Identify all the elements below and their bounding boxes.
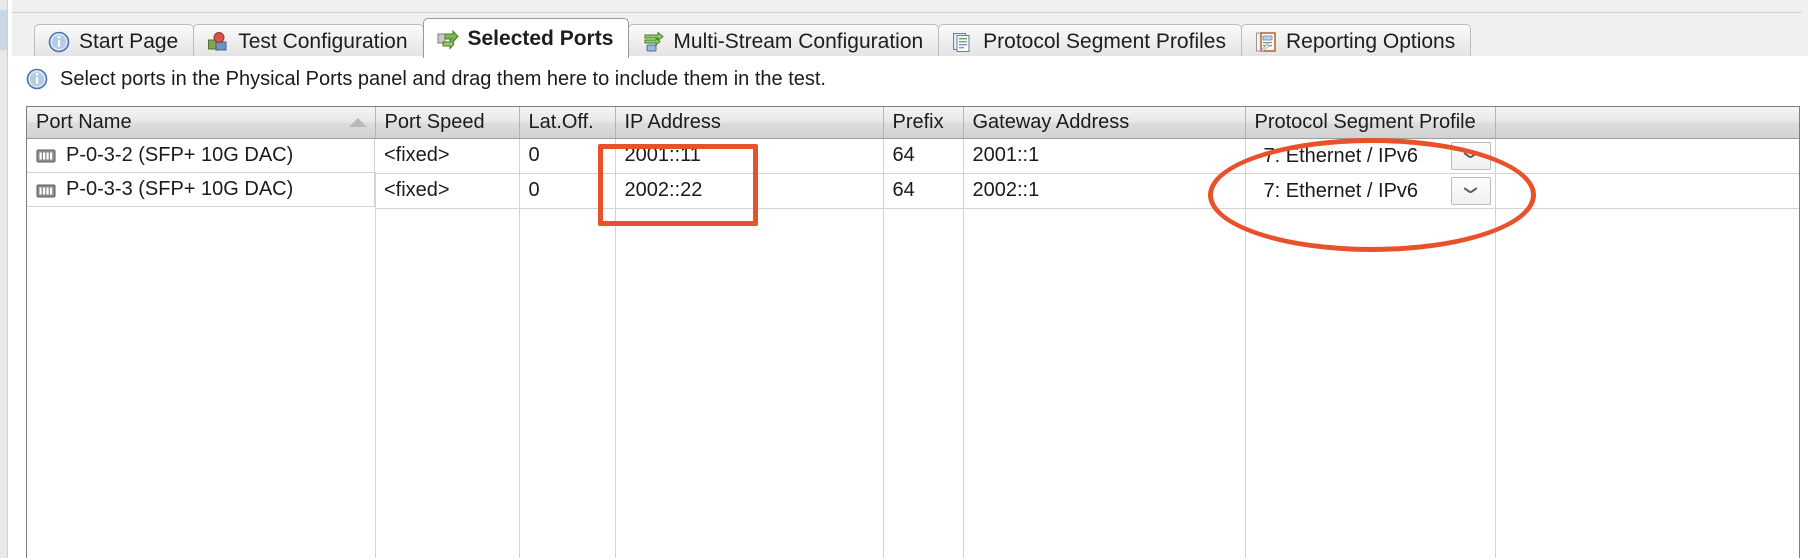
cell-prefix[interactable]: 64 <box>883 138 964 174</box>
port-name-text: P-0-3-3 (SFP+ 10G DAC) <box>66 178 294 200</box>
column-header-protocol-segment-profile[interactable]: Protocol Segment Profile <box>1245 107 1496 139</box>
table-row[interactable]: P-0-3-2 (SFP+ 10G DAC) <fixed> 0 2001::11 64… <box>27 138 1799 174</box>
tab-label: Test Configuration <box>238 30 408 53</box>
left-scrollbar-track[interactable] <box>0 0 8 558</box>
grid-empty-area <box>27 172 1799 558</box>
protocol-segment-profile-value: 7: Ethernet / IPv6 <box>1263 144 1419 167</box>
cell-port-speed[interactable]: <fixed> <box>375 138 520 174</box>
cell-port-name[interactable]: P-0-3-3 (SFP+ 10G DAC) <box>27 173 375 207</box>
column-header-label: Protocol Segment Profile <box>1254 110 1476 133</box>
column-header-label: Gateway Address <box>972 110 1130 133</box>
protocol-segment-profile-value: 7: Ethernet / IPv6 <box>1263 179 1419 202</box>
cell-port-name[interactable]: P-0-3-2 (SFP+ 10G DAC) <box>27 138 375 173</box>
column-header-label: Port Speed <box>384 110 485 133</box>
cell-prefix[interactable]: 64 <box>883 173 964 209</box>
cell-protocol-segment-profile[interactable]: 7: Ethernet / IPv6 <box>1245 173 1496 209</box>
selected-ports-grid[interactable]: Port Name Port Speed Lat.Off. IP Address Pre… <box>26 106 1800 558</box>
tab-reporting-options[interactable]: Reporting Options <box>1240 24 1472 58</box>
table-header: Port Name Port Speed Lat.Off. IP Address Pre… <box>27 107 1799 139</box>
tab-label: Selected Ports <box>467 27 614 50</box>
table-row[interactable]: P-0-3-3 (SFP+ 10G DAC) <fixed> 0 2002::22 64… <box>27 173 1799 209</box>
left-scrollbar-thumb[interactable] <box>0 10 7 50</box>
tab-multi-stream-configuration[interactable]: Multi-Stream Configuration <box>628 24 940 58</box>
column-header-lat-off[interactable]: Lat.Off. <box>519 107 616 139</box>
column-header-port-name[interactable]: Port Name <box>27 107 376 139</box>
column-header-ip-address[interactable]: IP Address <box>615 107 884 139</box>
green-arrow-ports-icon <box>437 28 459 50</box>
column-header-port-speed[interactable]: Port Speed <box>375 107 520 139</box>
column-separator <box>963 172 964 558</box>
protocol-segment-profile-dropdown[interactable]: 7: Ethernet / IPv6 <box>1255 174 1495 208</box>
cell-protocol-segment-profile[interactable]: 7: Ethernet / IPv6 <box>1245 138 1496 174</box>
report-notebook-icon <box>1255 31 1277 53</box>
chevron-down-icon <box>1464 152 1477 159</box>
table-body: P-0-3-2 (SFP+ 10G DAC) <fixed> 0 2001::11 64… <box>27 138 1799 209</box>
tab-label: Protocol Segment Profiles <box>983 30 1226 53</box>
window-top-divider <box>12 12 1802 13</box>
cell-lat-off[interactable]: 0 <box>519 138 616 174</box>
column-separator <box>375 172 376 558</box>
sort-ascending-icon <box>348 117 367 127</box>
cell-port-speed[interactable]: <fixed> <box>375 173 520 209</box>
tab-test-configuration[interactable]: Test Configuration <box>193 24 424 58</box>
column-header-gateway-address[interactable]: Gateway Address <box>963 107 1246 139</box>
tab-label: Reporting Options <box>1285 30 1456 53</box>
tab-bar: Start Page Test Configuration Selected Por… <box>12 14 1808 58</box>
column-header-label: Port Name <box>36 110 132 133</box>
cubes-icon <box>207 31 229 53</box>
column-separator <box>883 172 884 558</box>
info-bar-message: Select ports in the Physical Ports panel… <box>60 68 826 90</box>
chevron-down-icon <box>1464 187 1477 194</box>
selected-ports-panel: Select ports in the Physical Ports panel… <box>12 58 1808 558</box>
multi-stream-icon <box>642 30 665 53</box>
tab-protocol-segment-profiles[interactable]: Protocol Segment Profiles <box>938 24 1242 58</box>
documents-stack-icon <box>952 31 974 53</box>
tab-label: Start Page <box>79 30 179 53</box>
info-circle-icon <box>26 68 48 90</box>
column-header-label: Prefix <box>892 110 944 133</box>
column-header-filler <box>1495 107 1799 139</box>
cell-gateway-address[interactable]: 2002::1 <box>963 173 1246 209</box>
info-bar: Select ports in the Physical Ports panel… <box>26 64 1800 94</box>
column-separator <box>1495 172 1496 558</box>
column-separator <box>519 172 520 558</box>
port-module-icon <box>36 182 56 198</box>
column-header-label: IP Address <box>624 110 721 133</box>
column-header-prefix[interactable]: Prefix <box>883 107 964 139</box>
protocol-segment-profile-dropdown[interactable]: 7: Ethernet / IPv6 <box>1255 139 1495 173</box>
selected-ports-window: Start Page Test Configuration Selected Por… <box>0 0 1808 558</box>
info-circle-icon <box>48 31 70 53</box>
tab-label: Multi-Stream Configuration <box>673 30 924 53</box>
cell-lat-off[interactable]: 0 <box>519 173 616 209</box>
tab-selected-ports[interactable]: Selected Ports <box>422 18 630 58</box>
port-name-text: P-0-3-2 (SFP+ 10G DAC) <box>66 143 294 166</box>
column-separator <box>615 172 616 558</box>
table-header-row: Port Name Port Speed Lat.Off. IP Address Pre… <box>27 107 1799 139</box>
dropdown-button[interactable] <box>1450 176 1491 205</box>
cell-ip-address[interactable]: 2002::22 <box>615 173 884 209</box>
port-module-icon <box>36 147 56 163</box>
cell-filler <box>1495 173 1799 209</box>
window-left-frame <box>0 0 12 558</box>
dropdown-button[interactable] <box>1450 141 1491 170</box>
cell-filler <box>1495 138 1799 174</box>
selected-ports-table: Port Name Port Speed Lat.Off. IP Address Pre… <box>27 107 1799 209</box>
cell-ip-address[interactable]: 2001::11 <box>615 138 884 174</box>
cell-gateway-address[interactable]: 2001::1 <box>963 138 1246 174</box>
tab-start-page[interactable]: Start Page <box>34 24 195 58</box>
column-separator <box>1245 172 1246 558</box>
column-header-label: Lat.Off. <box>528 110 594 133</box>
